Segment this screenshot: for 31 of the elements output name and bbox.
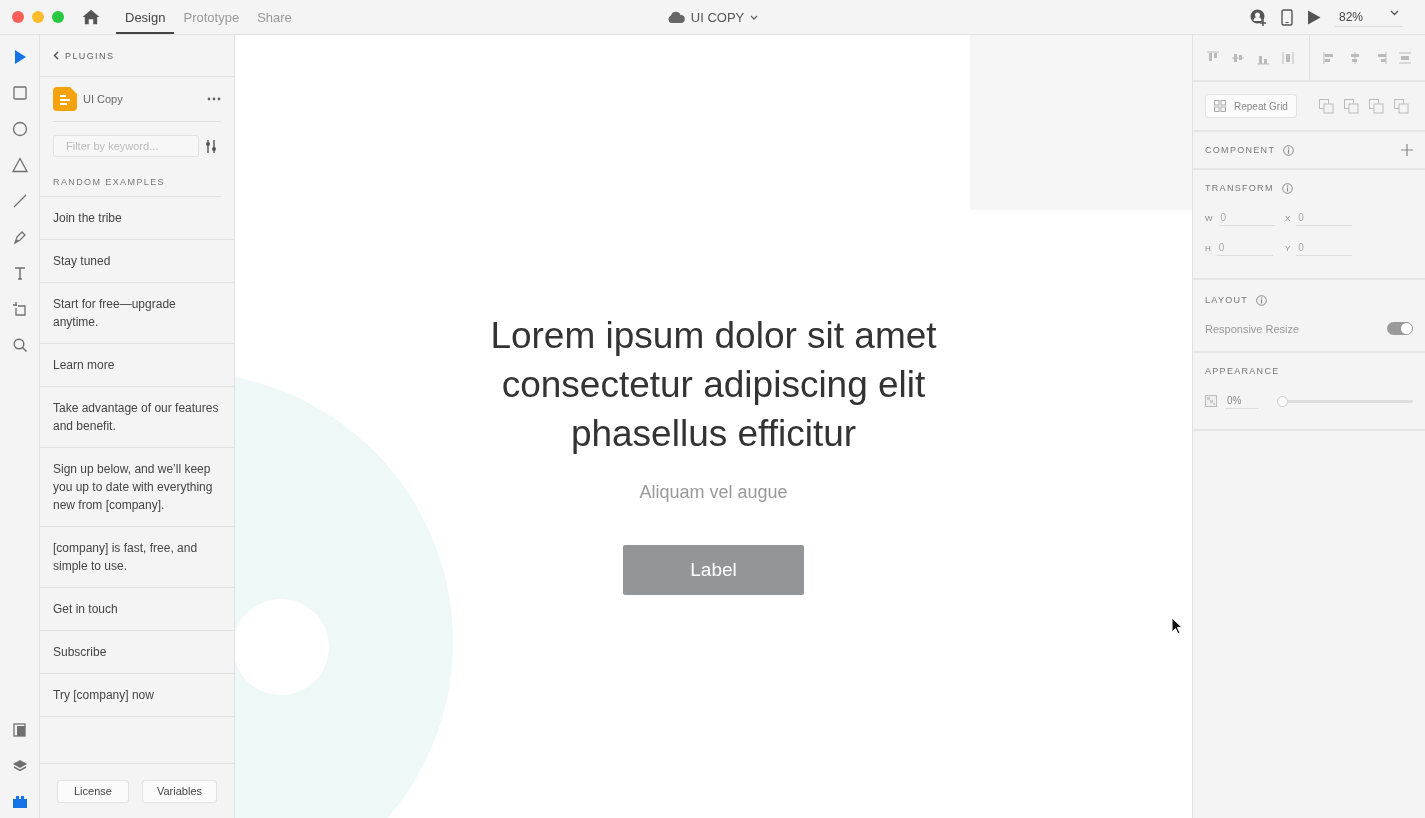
example-copy-item[interactable]: Sign up below, and we’ll keep you up to date with everything new from [company].: [40, 448, 234, 527]
example-copy-item[interactable]: Get in touch: [40, 588, 234, 631]
example-copy-item[interactable]: Try [company] now: [40, 674, 234, 717]
opacity-input-field[interactable]: 0%: [1225, 393, 1259, 409]
section-title: LAYOUT: [1205, 295, 1249, 305]
example-copy-item[interactable]: Start for free—upgrade anytime.: [40, 283, 234, 344]
field-label: W: [1205, 213, 1213, 223]
field-label: X: [1285, 213, 1291, 223]
plugins-back-link[interactable]: PLUGINS: [65, 50, 115, 61]
document-title[interactable]: UI COPY: [666, 9, 759, 25]
section-title: COMPONENT: [1205, 145, 1276, 155]
example-copy-item[interactable]: Learn more: [40, 344, 234, 387]
example-copy-item[interactable]: Subscribe: [40, 631, 234, 674]
example-copy-item[interactable]: Join the tribe: [40, 197, 234, 240]
repeat-grid-button[interactable]: Repeat Grid: [1205, 94, 1297, 118]
example-copy-item[interactable]: Stay tuned: [40, 240, 234, 283]
example-copy-item[interactable]: Take advantage of our features and benefit.: [40, 387, 234, 448]
example-copy-item[interactable]: [company] is fast, free, and simple to use.: [40, 527, 234, 588]
responsive-resize-label: Responsive Resize: [1205, 322, 1300, 335]
footer-button[interactable]: Variables: [141, 779, 217, 803]
hero-subheading: Aliquam vel augue: [639, 482, 788, 503]
hero-heading: Lorem ipsum dolor sit amet consectetur adipiscing elit phasellus efficitur: [489, 314, 938, 456]
document-name: UI COPY: [690, 9, 745, 25]
plugin-name: UI Copy: [83, 93, 123, 105]
field-label: H: [1205, 243, 1211, 253]
footer-button[interactable]: License: [56, 779, 129, 803]
field-label: Y: [1285, 243, 1291, 253]
zoom-dropdown[interactable]: 82%: [1335, 7, 1403, 27]
section-title: TRANSFORM: [1205, 183, 1274, 193]
section-title: RANDOM EXAMPLES: [40, 177, 221, 197]
section-title: APPEARANCE: [1205, 366, 1280, 376]
